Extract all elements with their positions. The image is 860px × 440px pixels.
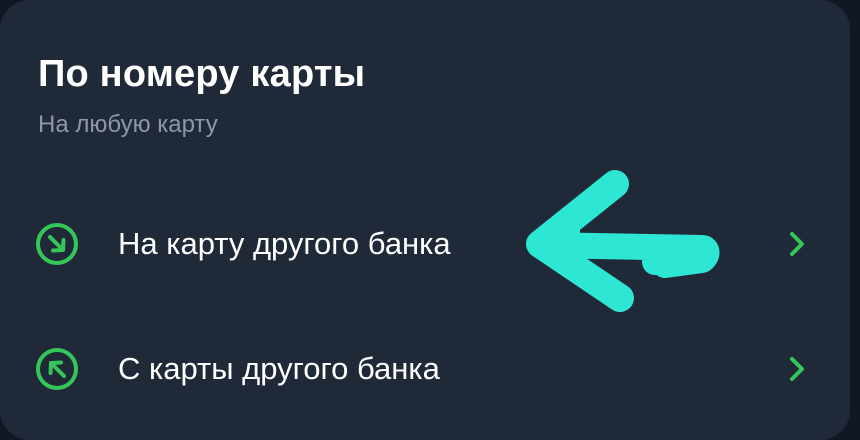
from-other-bank-card-label: С карты другого банка (118, 351, 440, 386)
arrow-down-right-circle-icon (36, 223, 78, 265)
section-title: По номеру карты (38, 53, 366, 95)
arrow-up-left-circle-icon (36, 348, 78, 390)
section-subtitle: На любую карту (38, 111, 218, 138)
from-other-bank-card-item[interactable]: С карты другого банка (0, 323, 850, 413)
to-other-bank-card-item[interactable]: На карту другого банка (0, 198, 850, 288)
to-other-bank-card-label: На карту другого банка (118, 226, 451, 261)
chevron-right-icon (790, 232, 804, 256)
transfer-card: По номеру карты На любую карту На карту … (0, 0, 850, 440)
chevron-right-icon (790, 357, 804, 381)
